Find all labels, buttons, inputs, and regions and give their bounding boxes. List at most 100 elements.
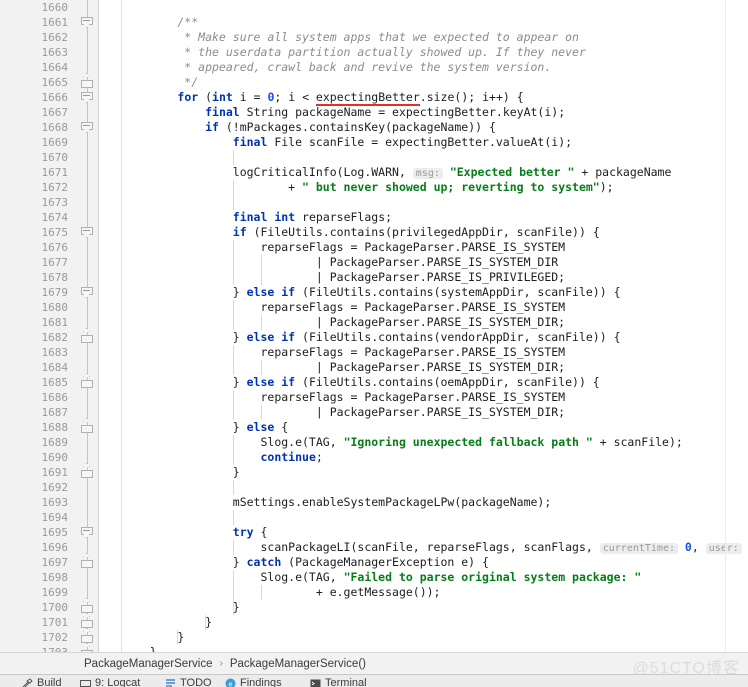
- code-token: }: [122, 465, 240, 479]
- code-line[interactable]: for (int i = 0; i < expectingBetter.size…: [122, 90, 748, 106]
- fold-row[interactable]: [78, 15, 98, 30]
- code-line[interactable]: logCriticalInfo(Log.WARN, msg: "Expected…: [122, 165, 748, 180]
- fold-row[interactable]: [78, 418, 98, 435]
- code-line[interactable]: final File scanFile = expectingBetter.va…: [122, 135, 748, 150]
- fold-row[interactable]: [78, 613, 98, 630]
- code-line[interactable]: mSettings.enableSystemPackageLPw(package…: [122, 495, 748, 510]
- code-line[interactable]: } else if (FileUtils.contains(systemAppD…: [122, 285, 748, 300]
- fold-collapse-icon[interactable]: [81, 17, 93, 28]
- fold-row[interactable]: [78, 463, 98, 480]
- code-line[interactable]: scanPackageLI(scanFile, reparseFlags, sc…: [122, 540, 748, 555]
- fold-marker-dash: [83, 530, 90, 531]
- fold-row[interactable]: [78, 90, 98, 105]
- code-line[interactable]: final int reparseFlags;: [122, 210, 748, 225]
- code-line[interactable]: * appeared, crawl back and revive the sy…: [122, 60, 748, 75]
- code-line[interactable]: } else {: [122, 420, 748, 435]
- fold-row: [78, 150, 98, 165]
- code-line[interactable]: + " but never showed up; reverting to sy…: [122, 180, 748, 195]
- fold-collapse-icon[interactable]: [81, 287, 93, 298]
- fold-row: [78, 315, 98, 330]
- code-editor[interactable]: 1660 1661 1662 1663 1664 1665 1666 1667 1668 1669…: [0, 0, 748, 652]
- code-line[interactable]: if (FileUtils.contains(privilegedAppDir,…: [122, 225, 748, 240]
- fold-end-icon[interactable]: [81, 373, 93, 388]
- code-line[interactable]: * the userdata partition actually showed…: [122, 45, 748, 60]
- code-line[interactable]: }: [122, 645, 748, 652]
- code-line[interactable]: * Make sure all system apps that we expe…: [122, 30, 748, 45]
- error-highlighted-token: expectingBetter: [315, 90, 420, 106]
- code-line[interactable]: | PackageParser.PARSE_IS_SYSTEM_DIR: [122, 255, 748, 270]
- fold-end-icon[interactable]: [81, 553, 93, 568]
- fold-row: [78, 255, 98, 270]
- fold-row[interactable]: [78, 285, 98, 300]
- code-token: int: [212, 90, 233, 104]
- code-line[interactable]: continue;: [122, 450, 748, 465]
- code-line[interactable]: } else if (FileUtils.contains(oemAppDir,…: [122, 375, 748, 390]
- code-line[interactable]: } catch (PackageManagerException e) {: [122, 555, 748, 570]
- breadcrumb-item-method[interactable]: PackageManagerService(): [228, 658, 368, 670]
- code-line[interactable]: [122, 0, 748, 15]
- code-line[interactable]: Slog.e(TAG, "Ignoring unexpected fallbac…: [122, 435, 748, 450]
- code-line[interactable]: try {: [122, 525, 748, 540]
- code-line[interactable]: /**: [122, 15, 748, 30]
- fold-row[interactable]: [78, 643, 98, 652]
- fold-row[interactable]: [78, 328, 98, 345]
- fold-end-icon[interactable]: [81, 418, 93, 433]
- fold-collapse-icon[interactable]: [81, 122, 93, 133]
- tool-window-button-findings[interactable]: e Findings: [225, 677, 282, 687]
- fold-collapse-icon[interactable]: [81, 92, 93, 103]
- fold-handles[interactable]: [78, 0, 98, 652]
- code-line[interactable]: | PackageParser.PARSE_IS_SYSTEM_DIR;: [122, 405, 748, 420]
- fold-row[interactable]: [78, 120, 98, 135]
- fold-row[interactable]: [78, 525, 98, 540]
- tool-window-button-9-logcat[interactable]: 9: Logcat: [80, 677, 140, 687]
- fold-row[interactable]: [78, 225, 98, 240]
- code-line[interactable]: }: [122, 600, 748, 615]
- tool-window-button-terminal[interactable]: Terminal: [310, 677, 367, 687]
- fold-end-icon[interactable]: [81, 598, 93, 613]
- line-number: 1697: [41, 556, 69, 569]
- tool-window-bar[interactable]: Build 9: Logcat TODO e Findings Terminal: [0, 674, 748, 687]
- code-line[interactable]: reparseFlags = PackageParser.PARSE_IS_SY…: [122, 240, 748, 255]
- source-code[interactable]: /** * Make sure all system apps that we …: [122, 0, 748, 652]
- fold-end-icon[interactable]: [81, 628, 93, 643]
- fold-end-icon[interactable]: [81, 463, 93, 478]
- tool-window-button-todo[interactable]: TODO: [165, 677, 212, 687]
- code-line[interactable]: | PackageParser.PARSE_IS_PRIVILEGED;: [122, 270, 748, 285]
- fold-collapse-icon[interactable]: [81, 527, 93, 538]
- fold-row[interactable]: [78, 598, 98, 615]
- fold-row: [78, 240, 98, 255]
- fold-row[interactable]: [78, 628, 98, 645]
- code-line[interactable]: | PackageParser.PARSE_IS_SYSTEM_DIR;: [122, 315, 748, 330]
- code-line[interactable]: }: [122, 630, 748, 645]
- fold-row: [78, 210, 98, 225]
- breadcrumb-item-class[interactable]: PackageManagerService: [82, 658, 215, 670]
- parameter-hint: currentTime:: [599, 543, 678, 554]
- fold-row[interactable]: [78, 73, 98, 90]
- code-line[interactable]: + e.getMessage());: [122, 585, 748, 600]
- code-line[interactable]: } else if (FileUtils.contains(vendorAppD…: [122, 330, 748, 345]
- fold-row[interactable]: [78, 553, 98, 570]
- code-line[interactable]: [122, 510, 748, 525]
- code-line[interactable]: [122, 150, 748, 165]
- code-line[interactable]: [122, 480, 748, 495]
- code-line[interactable]: if (!mPackages.containsKey(packageName))…: [122, 120, 748, 135]
- indent-guide: [232, 390, 234, 405]
- code-line[interactable]: reparseFlags = PackageParser.PARSE_IS_SY…: [122, 300, 748, 315]
- code-line[interactable]: }: [122, 465, 748, 480]
- code-line[interactable]: Slog.e(TAG, "Failed to parse original sy…: [122, 570, 748, 585]
- code-line[interactable]: final String packageName = expectingBett…: [122, 105, 748, 120]
- fold-end-icon[interactable]: [81, 328, 93, 343]
- code-line[interactable]: */: [122, 75, 748, 90]
- code-line[interactable]: [122, 195, 748, 210]
- code-line[interactable]: | PackageParser.PARSE_IS_SYSTEM_DIR;: [122, 360, 748, 375]
- fold-collapse-icon[interactable]: [81, 227, 93, 238]
- code-line[interactable]: reparseFlags = PackageParser.PARSE_IS_SY…: [122, 345, 748, 360]
- tool-window-button-build[interactable]: Build: [22, 677, 61, 687]
- line-number: 1678: [41, 271, 69, 284]
- fold-end-icon[interactable]: [81, 613, 93, 628]
- code-token: .size(); i++) {: [419, 90, 524, 104]
- code-line[interactable]: reparseFlags = PackageParser.PARSE_IS_SY…: [122, 390, 748, 405]
- code-line[interactable]: }: [122, 615, 748, 630]
- fold-end-icon[interactable]: [81, 73, 93, 88]
- fold-row[interactable]: [78, 373, 98, 390]
